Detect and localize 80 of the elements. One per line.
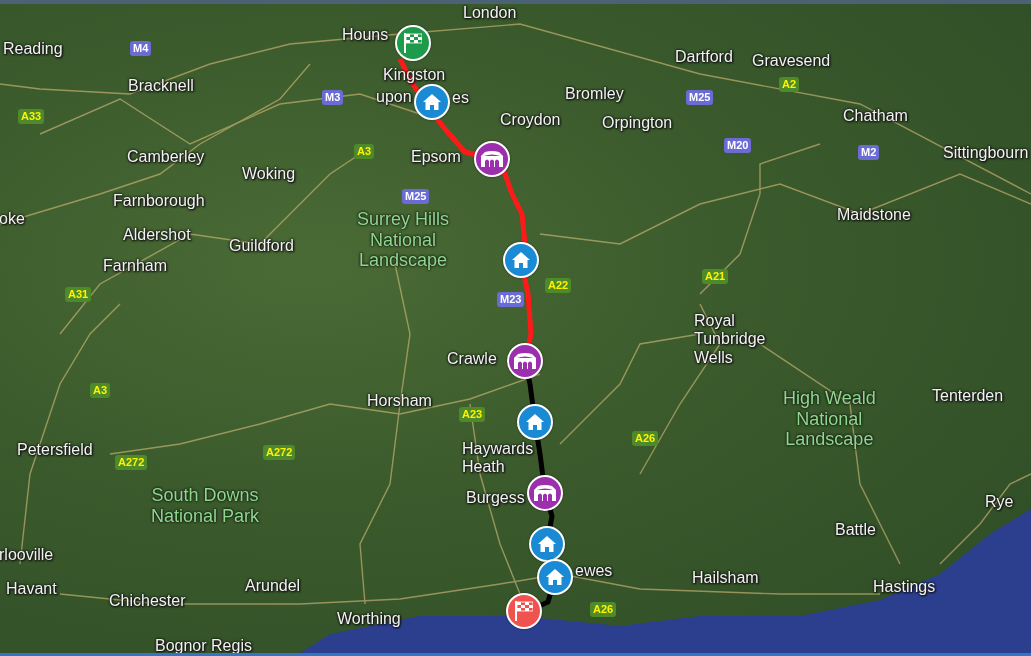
home-marker[interactable] <box>503 242 539 278</box>
place-label: London <box>463 4 517 23</box>
place-label: Havant <box>6 580 57 599</box>
place-label: Hailsham <box>692 569 759 588</box>
place-label: upon <box>376 88 412 107</box>
venue-marker[interactable] <box>474 141 510 177</box>
road-shield: A26 <box>590 602 617 617</box>
motorway-shield: M25 <box>686 90 714 105</box>
road-shield: A272 <box>263 445 296 460</box>
place-label: Haywards Heath <box>462 440 534 477</box>
venue-marker[interactable] <box>507 343 543 379</box>
place-label: Orpington <box>602 114 673 133</box>
place-label: Bromley <box>565 85 624 104</box>
place-label: Aldershot <box>123 226 191 245</box>
house-icon <box>546 569 564 585</box>
place-label: Croydon <box>500 111 561 130</box>
road-shield: A26 <box>632 431 659 446</box>
motorway-shield: M23 <box>497 292 525 307</box>
road-shield: A2 <box>779 77 800 92</box>
place-label: Farnham <box>103 257 168 276</box>
road-shield: A272 <box>115 455 148 470</box>
place-label: rlooville <box>0 546 54 565</box>
house-icon <box>423 94 441 110</box>
place-label: Battle <box>835 521 876 540</box>
start-marker[interactable] <box>395 25 431 61</box>
place-label: Maidstone <box>837 206 911 225</box>
place-label: Reading <box>3 40 63 59</box>
place-label: Chichester <box>109 592 186 611</box>
venue-marker[interactable] <box>527 475 563 511</box>
place-label: Tenterden <box>932 387 1004 406</box>
checkered-flag-icon <box>515 601 533 621</box>
place-label: Hastings <box>873 578 936 597</box>
place-label: Burgess <box>466 489 525 508</box>
home-marker[interactable] <box>517 404 553 440</box>
home-marker[interactable] <box>414 84 450 120</box>
place-label: Horsham <box>367 392 432 411</box>
place-label: Chatham <box>843 107 908 126</box>
place-label: Rye <box>985 493 1014 512</box>
place-label: es <box>452 89 469 108</box>
home-marker[interactable] <box>529 526 565 562</box>
motorway-shield: M2 <box>858 145 880 160</box>
place-label: Petersfield <box>17 441 93 460</box>
place-label: oke <box>0 210 25 229</box>
place-label: ewes <box>575 562 613 581</box>
arches-building-icon <box>534 485 556 501</box>
house-icon <box>512 252 530 268</box>
place-label: Woking <box>242 165 296 184</box>
checkered-flag-icon <box>404 33 422 53</box>
motorway-shield: M25 <box>402 189 430 204</box>
place-label: Sittingbourn <box>943 144 1029 163</box>
motorway-shield: M4 <box>130 41 152 56</box>
road-shield: A21 <box>702 269 729 284</box>
motorway-shield: M3 <box>322 90 344 105</box>
motorway-shield: M20 <box>724 138 752 153</box>
park-label: South Downs National Park <box>151 485 260 527</box>
place-label: Royal Tunbridge Wells <box>694 312 766 368</box>
place-label: Farnborough <box>113 192 205 211</box>
place-label: Guildford <box>229 237 294 256</box>
place-label: Camberley <box>127 148 205 167</box>
place-label: Worthing <box>337 610 401 629</box>
road-shield: A3 <box>90 383 111 398</box>
place-label: Crawle <box>447 350 497 369</box>
arches-building-icon <box>481 151 503 167</box>
road-shield: A31 <box>65 287 92 302</box>
road-shield: A22 <box>545 278 572 293</box>
place-label: Houns <box>342 26 389 45</box>
place-label: Arundel <box>245 577 301 596</box>
place-label: Dartford <box>675 48 733 67</box>
road-shield: A23 <box>459 407 486 422</box>
arches-building-icon <box>514 353 536 369</box>
house-icon <box>526 414 544 430</box>
road-shield: A3 <box>354 144 375 159</box>
place-label: Gravesend <box>752 52 831 71</box>
house-icon <box>538 536 556 552</box>
home-marker[interactable] <box>537 559 573 595</box>
place-label: Epsom <box>411 148 461 167</box>
place-label: Bracknell <box>128 77 194 96</box>
park-label: Surrey Hills National Landscape <box>357 209 449 272</box>
finish-marker[interactable] <box>506 593 542 629</box>
road-shield: A33 <box>18 109 45 124</box>
